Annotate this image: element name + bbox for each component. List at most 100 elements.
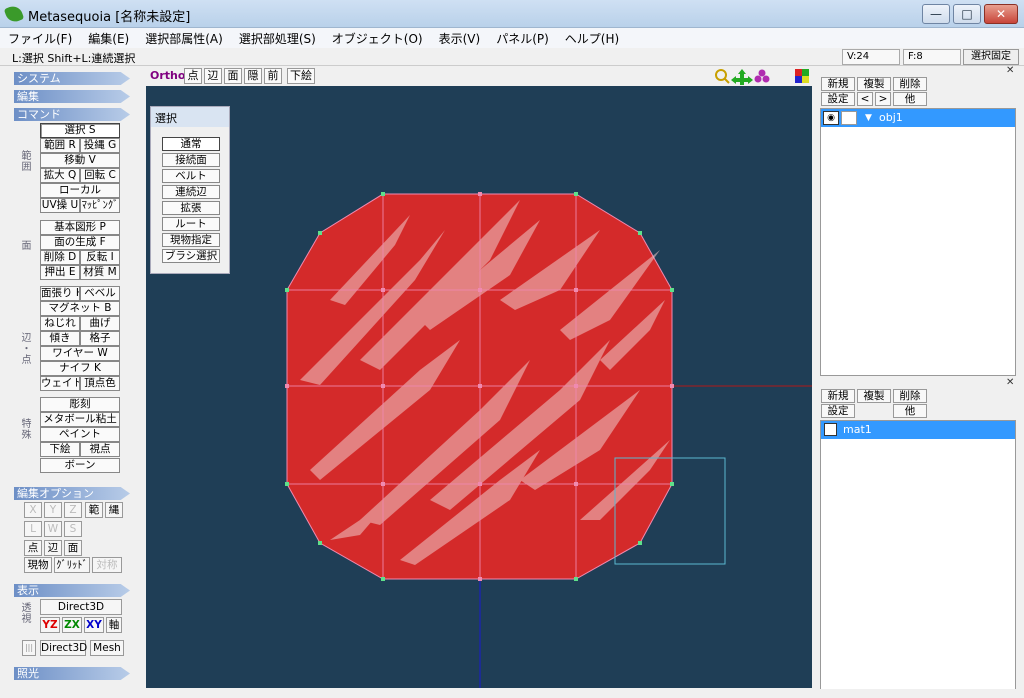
uv-command-button[interactable]: UV操 U: [40, 198, 80, 213]
select-mode-connected-face[interactable]: 接続面: [162, 153, 220, 167]
object-delete-button[interactable]: 削除: [893, 77, 927, 91]
view-axis-button[interactable]: 軸: [106, 617, 122, 633]
section-command[interactable]: コマンド: [14, 108, 130, 121]
tilt-command-button[interactable]: 傾き: [40, 331, 80, 346]
select-command-button[interactable]: 選択 S: [40, 123, 120, 138]
section-edit[interactable]: 編集: [14, 90, 130, 103]
visibility-eye-icon[interactable]: ◉: [823, 111, 839, 125]
object-other-button[interactable]: 他: [893, 92, 927, 106]
extrude-command-button[interactable]: 押出 E: [40, 265, 80, 280]
material-settings-button[interactable]: 設定: [821, 404, 855, 418]
menu-selection-process[interactable]: 選択部処理(S): [231, 28, 324, 48]
material-new-button[interactable]: 新規: [821, 389, 855, 403]
menu-edit[interactable]: 編集(E): [80, 28, 137, 48]
lock-x-toggle[interactable]: X: [24, 502, 42, 518]
rotate-view-icon[interactable]: [754, 69, 770, 83]
lasso-command-button[interactable]: 投縄 G: [80, 138, 120, 153]
viewpoint-command-button[interactable]: 視点: [80, 442, 120, 457]
color-grid-icon[interactable]: [795, 69, 809, 83]
select-mode-continuous-edge[interactable]: 連続辺: [162, 185, 220, 199]
material-command-button[interactable]: 材質 M: [80, 265, 120, 280]
knife-command-button[interactable]: ナイフ K: [40, 361, 120, 376]
select-mode-brush[interactable]: ブラシ選択: [162, 249, 220, 263]
minimize-button[interactable]: —: [922, 4, 950, 24]
object-settings-button[interactable]: 設定: [821, 92, 855, 106]
object-row[interactable]: ◉ ▼ obj1: [821, 109, 1015, 127]
material-other-button[interactable]: 他: [893, 404, 927, 418]
show-face-toggle[interactable]: 面: [224, 68, 242, 84]
option-symmetry-toggle[interactable]: 対称: [92, 557, 122, 573]
scale-command-button[interactable]: 拡大 Q: [40, 168, 80, 183]
select-mode-current[interactable]: 現物指定: [162, 233, 220, 247]
section-lighting[interactable]: 照光: [14, 667, 130, 680]
material-delete-button[interactable]: 削除: [893, 389, 927, 403]
delete-command-button[interactable]: 削除 D: [40, 250, 80, 265]
lock-checkbox[interactable]: [841, 111, 857, 125]
option-w-toggle[interactable]: W: [44, 521, 62, 537]
vertex-color-command-button[interactable]: 頂点色: [80, 376, 120, 391]
underlay-command-button[interactable]: 下絵: [40, 442, 80, 457]
lattice-command-button[interactable]: 格子: [80, 331, 120, 346]
option-l-toggle[interactable]: L: [24, 521, 42, 537]
object-new-button[interactable]: 新規: [821, 77, 855, 91]
menu-selection-attr[interactable]: 選択部属性(A): [137, 28, 231, 48]
view-zx-button[interactable]: ZX: [62, 617, 82, 633]
rotate-command-button[interactable]: 回転 C: [80, 168, 120, 183]
view-yz-button[interactable]: YZ: [40, 617, 60, 633]
local-command-button[interactable]: ローカル: [40, 183, 120, 198]
face-gen-command-button[interactable]: 面の生成 F: [40, 235, 120, 250]
option-current-toggle[interactable]: 現物: [24, 557, 52, 573]
lock-y-toggle[interactable]: Y: [44, 502, 62, 518]
object-next-button[interactable]: >: [875, 92, 891, 106]
show-edge-toggle[interactable]: 辺: [204, 68, 222, 84]
expand-triangle-icon[interactable]: ▼: [865, 109, 872, 127]
mesh-display-button[interactable]: Mesh: [90, 640, 124, 656]
menu-panel[interactable]: パネル(P): [488, 28, 557, 48]
twist-command-button[interactable]: ねじれ: [40, 316, 80, 331]
bone-command-button[interactable]: ボーン: [40, 458, 120, 473]
option-point-toggle[interactable]: 点: [24, 540, 42, 556]
flip-command-button[interactable]: 反転 I: [80, 250, 120, 265]
select-mode-normal[interactable]: 通常: [162, 137, 220, 151]
display-separator-toggle[interactable]: |||: [22, 640, 36, 656]
magnet-command-button[interactable]: マグネット B: [40, 301, 120, 316]
range-command-button[interactable]: 範囲 R: [40, 138, 80, 153]
underlay-toggle[interactable]: 下絵: [287, 68, 315, 84]
select-mode-route[interactable]: ルート: [162, 217, 220, 231]
close-button[interactable]: ✕: [984, 4, 1018, 24]
material-copy-button[interactable]: 複製: [857, 389, 891, 403]
option-face-toggle[interactable]: 面: [64, 540, 82, 556]
option-range-toggle[interactable]: 範: [85, 502, 103, 518]
material-row[interactable]: mat1: [821, 421, 1015, 439]
bevel-command-button[interactable]: ベベル: [80, 286, 120, 301]
menu-view[interactable]: 表示(V): [431, 28, 489, 48]
material-panel-close-icon[interactable]: ✕: [1006, 378, 1016, 388]
direct3d-top-button[interactable]: Direct3D: [40, 599, 122, 615]
primitive-command-button[interactable]: 基本図形 P: [40, 220, 120, 235]
selection-lock-button[interactable]: 選択固定: [963, 49, 1019, 65]
material-color-swatch[interactable]: [824, 423, 837, 436]
paint-command-button[interactable]: ペイント: [40, 427, 120, 442]
front-toggle[interactable]: 前: [264, 68, 282, 84]
wire-command-button[interactable]: ワイヤー W: [40, 346, 120, 361]
object-copy-button[interactable]: 複製: [857, 77, 891, 91]
face-stretch-command-button[interactable]: 面張り H: [40, 286, 80, 301]
option-lasso-toggle[interactable]: 縄: [105, 502, 123, 518]
3d-viewport[interactable]: [146, 86, 812, 688]
section-display[interactable]: 表示: [14, 584, 130, 597]
maximize-button[interactable]: □: [953, 4, 981, 24]
menu-object[interactable]: オブジェクト(O): [324, 28, 431, 48]
menu-help[interactable]: ヘルプ(H): [557, 28, 627, 48]
lock-z-toggle[interactable]: Z: [64, 502, 82, 518]
metaball-command-button[interactable]: メタボール粘土: [40, 412, 120, 427]
option-s-toggle[interactable]: S: [64, 521, 82, 537]
object-prev-button[interactable]: <: [857, 92, 873, 106]
option-edge-toggle[interactable]: 辺: [44, 540, 62, 556]
ortho-toggle[interactable]: Ortho: [150, 69, 185, 82]
weight-command-button[interactable]: ウェイト: [40, 376, 80, 391]
select-mode-expand[interactable]: 拡張: [162, 201, 220, 215]
show-point-toggle[interactable]: 点: [184, 68, 202, 84]
section-system[interactable]: システム: [14, 72, 130, 85]
hidden-toggle[interactable]: 隠: [244, 68, 262, 84]
menu-file[interactable]: ファイル(F): [0, 28, 80, 48]
